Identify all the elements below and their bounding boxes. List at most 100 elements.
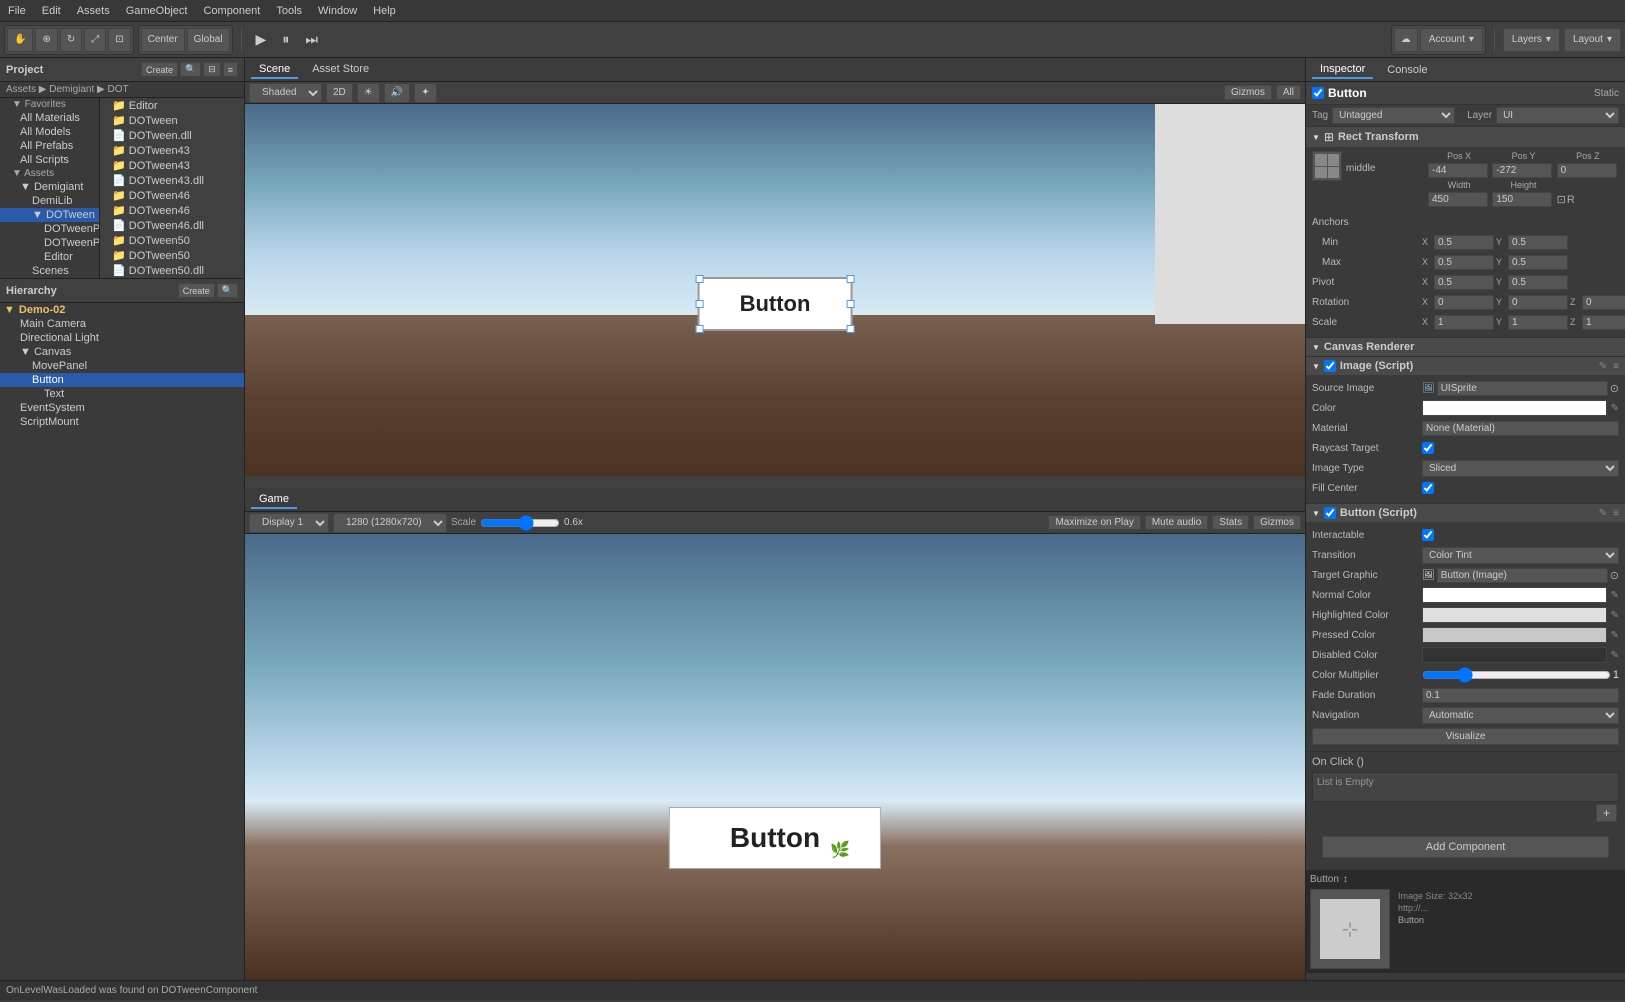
pressed-color-edit[interactable]: ✎ bbox=[1611, 630, 1619, 641]
transition-select[interactable]: Color Tint bbox=[1422, 547, 1619, 564]
directional-light[interactable]: Directional Light bbox=[0, 331, 244, 345]
button-edit-icon[interactable]: ✎ bbox=[1599, 508, 1607, 519]
constraint-btn[interactable]: ⊡ bbox=[1557, 192, 1566, 207]
stats-btn[interactable]: Stats bbox=[1212, 515, 1249, 530]
menu-gameobject[interactable]: GameObject bbox=[118, 3, 196, 19]
global-btn[interactable]: Global bbox=[187, 28, 230, 52]
layout-dropdown[interactable]: Layout ▾ bbox=[1564, 28, 1621, 52]
mute-audio-btn[interactable]: Mute audio bbox=[1145, 515, 1208, 530]
pivot-y-input[interactable] bbox=[1508, 275, 1568, 290]
dotween-folder[interactable]: ▼ DOTween bbox=[0, 208, 99, 222]
demilib-folder[interactable]: DemiLib bbox=[0, 194, 99, 208]
project-options-btn[interactable]: ≡ bbox=[223, 62, 238, 77]
gizmos-btn[interactable]: Gizmos bbox=[1224, 85, 1272, 100]
file-dotween50b[interactable]: 📁 DOTween50 bbox=[100, 248, 244, 263]
maximize-on-play-btn[interactable]: Maximize on Play bbox=[1048, 515, 1140, 530]
anchor-preset-icon[interactable] bbox=[1312, 151, 1342, 181]
file-dotween43b[interactable]: 📁 DOTween43 bbox=[100, 158, 244, 173]
pause-button[interactable]: ⏸ bbox=[276, 29, 295, 50]
lighting-btn[interactable]: ☀ bbox=[357, 83, 380, 103]
navigation-select[interactable]: Automatic bbox=[1422, 707, 1619, 724]
file-dotween46b[interactable]: 📁 DOTween46 bbox=[100, 203, 244, 218]
shade-mode-select[interactable]: Shaded bbox=[249, 83, 322, 103]
image-color-box[interactable] bbox=[1422, 400, 1607, 416]
pos-z-input[interactable] bbox=[1557, 163, 1617, 178]
image-edit-icon[interactable]: ✎ bbox=[1599, 361, 1607, 372]
constraint-r-btn[interactable]: R bbox=[1567, 192, 1575, 207]
interactable-checkbox[interactable] bbox=[1422, 529, 1434, 541]
handle-tr[interactable] bbox=[846, 275, 854, 283]
anchor-min-x-input[interactable] bbox=[1434, 235, 1494, 250]
file-dotween46dll[interactable]: 📄 DOTween46.dll bbox=[100, 218, 244, 233]
color-multiplier-slider[interactable] bbox=[1422, 667, 1611, 683]
pos-x-input[interactable] bbox=[1428, 163, 1488, 178]
anchor-max-y-input[interactable] bbox=[1508, 255, 1568, 270]
handle-br[interactable] bbox=[846, 325, 854, 333]
visualize-btn[interactable]: Visualize bbox=[1312, 728, 1619, 745]
button-script-header[interactable]: ▼ Button (Script) ✎ ≡ bbox=[1306, 504, 1625, 522]
source-image-input[interactable] bbox=[1437, 381, 1608, 396]
file-dotween43dll[interactable]: 📄 DOTween43.dll bbox=[100, 173, 244, 188]
button-item[interactable]: Button bbox=[0, 373, 244, 387]
layers-dropdown[interactable]: Layers ▾ bbox=[1503, 28, 1560, 52]
inspector-tab[interactable]: Inspector bbox=[1312, 61, 1373, 79]
scale-y-input[interactable] bbox=[1508, 315, 1568, 330]
text-item[interactable]: Text bbox=[0, 387, 244, 401]
disabled-color-box[interactable] bbox=[1422, 647, 1607, 663]
audio-btn[interactable]: 🔊 bbox=[384, 83, 410, 103]
play-button[interactable]: ▶ bbox=[250, 29, 273, 50]
step-button[interactable]: ⏭ bbox=[299, 29, 324, 50]
file-dotweendll[interactable]: 📄 DOTween.dll bbox=[100, 128, 244, 143]
menu-edit[interactable]: Edit bbox=[34, 3, 69, 19]
menu-help[interactable]: Help bbox=[365, 3, 404, 19]
button-options-icon[interactable]: ≡ bbox=[1613, 508, 1619, 519]
eventsystem-item[interactable]: EventSystem bbox=[0, 401, 244, 415]
scale-x-input[interactable] bbox=[1434, 315, 1494, 330]
onclick-add-btn[interactable]: + bbox=[1596, 804, 1617, 822]
scale-slider[interactable] bbox=[480, 515, 560, 531]
game-gizmos-btn[interactable]: Gizmos bbox=[1253, 515, 1301, 530]
game-tab[interactable]: Game bbox=[251, 491, 297, 509]
move-tool[interactable]: ⊕ bbox=[35, 28, 57, 52]
canvas-item[interactable]: ▼ Canvas bbox=[0, 345, 244, 359]
fade-duration-input[interactable] bbox=[1422, 688, 1619, 703]
console-tab[interactable]: Console bbox=[1379, 62, 1435, 78]
scene-root[interactable]: ▼ Demo-02 bbox=[0, 303, 244, 317]
center-btn[interactable]: Center bbox=[141, 28, 185, 52]
all-models[interactable]: All Models bbox=[0, 125, 99, 139]
project-create-btn[interactable]: Create bbox=[141, 62, 178, 77]
file-dotween50[interactable]: 📁 DOTween50 bbox=[100, 233, 244, 248]
highlighted-color-edit[interactable]: ✎ bbox=[1611, 610, 1619, 621]
file-dotween50dll[interactable]: 📄 DOTween50.dll bbox=[100, 263, 244, 278]
all-prefabs[interactable]: All Prefabs bbox=[0, 139, 99, 153]
target-graphic-pick-btn[interactable]: ⊙ bbox=[1610, 569, 1619, 582]
layer-select[interactable]: UI bbox=[1496, 107, 1619, 124]
scale-tool[interactable]: ⤢ bbox=[84, 28, 106, 52]
scriptmount-item[interactable]: ScriptMount bbox=[0, 415, 244, 429]
menu-assets[interactable]: Assets bbox=[69, 3, 118, 19]
handle-mr[interactable] bbox=[846, 300, 854, 308]
2d-btn[interactable]: 2D bbox=[326, 83, 353, 103]
image-type-select[interactable]: Sliced bbox=[1422, 460, 1619, 477]
anchor-min-y-input[interactable] bbox=[1508, 235, 1568, 250]
add-component-btn[interactable]: Add Component bbox=[1322, 836, 1609, 858]
hand-tool[interactable]: ✋ bbox=[7, 28, 33, 52]
anchor-max-x-input[interactable] bbox=[1434, 255, 1494, 270]
demigiant-folder[interactable]: ▼ Demigiant bbox=[0, 180, 99, 194]
all-scripts[interactable]: All Scripts bbox=[0, 153, 99, 167]
pivot-x-input[interactable] bbox=[1434, 275, 1494, 290]
handle-ml[interactable] bbox=[696, 300, 704, 308]
normal-color-edit[interactable]: ✎ bbox=[1611, 590, 1619, 601]
height-input[interactable] bbox=[1492, 192, 1552, 207]
source-image-pick-btn[interactable]: ⊙ bbox=[1610, 382, 1619, 395]
rotation-x-input[interactable] bbox=[1434, 295, 1494, 310]
resolution-select[interactable]: 1280 (1280x720) bbox=[333, 513, 447, 533]
dotweenp1-folder[interactable]: DOTweenP bbox=[0, 222, 99, 236]
rotate-tool[interactable]: ↻ bbox=[60, 28, 82, 52]
normal-color-box[interactable] bbox=[1422, 587, 1607, 603]
pos-y-input[interactable] bbox=[1492, 163, 1552, 178]
dotweenp2-folder[interactable]: DOTweenP bbox=[0, 236, 99, 250]
menu-file[interactable]: File bbox=[0, 3, 34, 19]
fx-btn[interactable]: ✦ bbox=[414, 83, 436, 103]
rotation-y-input[interactable] bbox=[1508, 295, 1568, 310]
